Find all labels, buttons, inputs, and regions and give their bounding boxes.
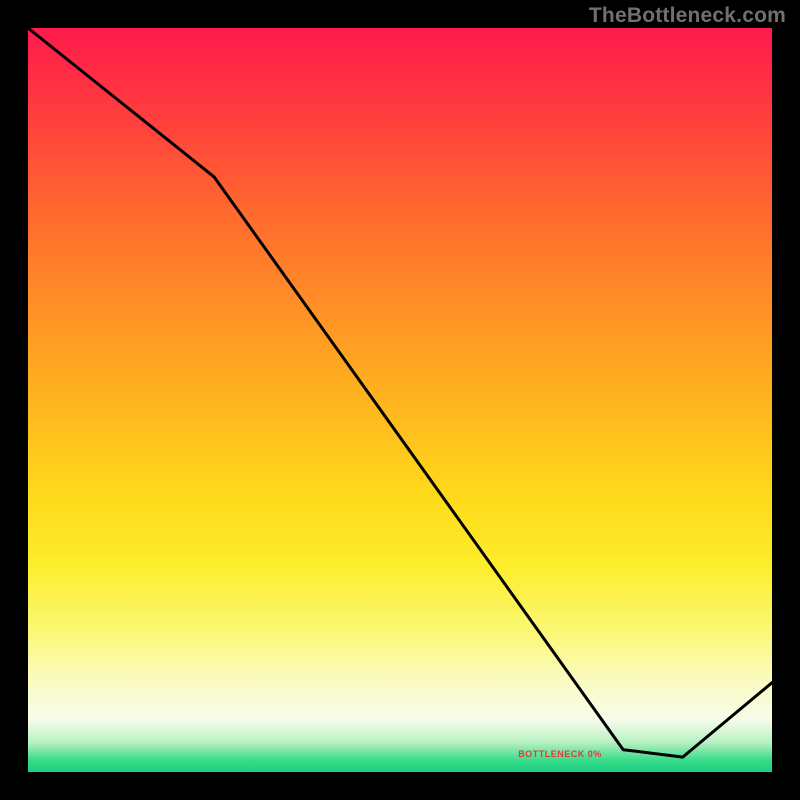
chart-plot-area: BOTTLENECK 0% (28, 28, 772, 772)
watermark-text: TheBottleneck.com (589, 4, 786, 28)
bottleneck-line (28, 28, 772, 772)
chart-frame: TheBottleneck.com BOTTLENECK 0% (0, 0, 800, 800)
bottleneck-zero-label: BOTTLENECK 0% (518, 749, 602, 759)
